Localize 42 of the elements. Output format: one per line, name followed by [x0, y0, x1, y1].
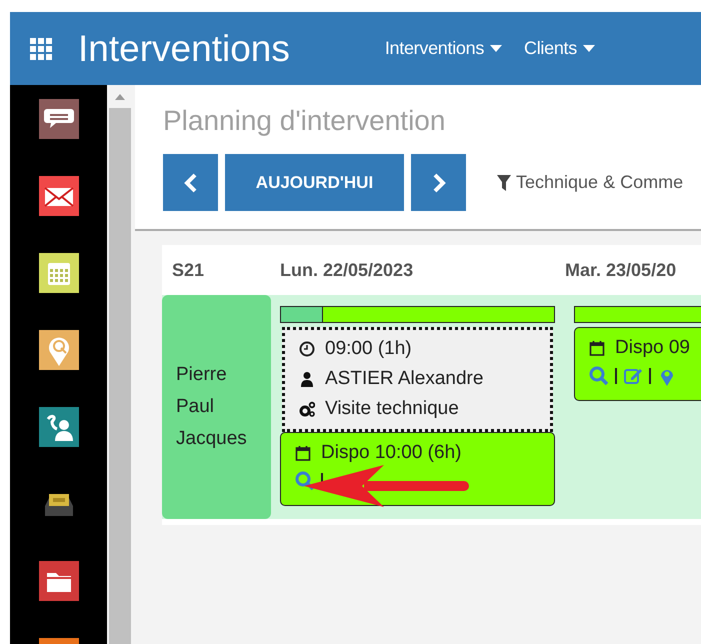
menu-dropdown[interactable]: Interventions	[384, 38, 502, 59]
apps-icon[interactable]	[30, 38, 52, 60]
chat-icon[interactable]	[38, 99, 78, 139]
previous-button[interactable]	[163, 154, 218, 211]
person-icon	[299, 371, 315, 387]
filter-dropdown[interactable]: Technique & Comme	[497, 172, 684, 193]
availability-card[interactable]: Dispo 09	[574, 327, 701, 401]
day-header: Mar. 23/05/20	[565, 260, 678, 280]
calendar-icon	[589, 340, 605, 356]
today-button[interactable]: AUJOURD'HUI	[225, 154, 404, 211]
calendar-icon	[295, 445, 311, 461]
chevron-left-icon[interactable]	[184, 172, 198, 192]
filter-icon[interactable]	[497, 174, 511, 190]
scroll-up-icon[interactable]	[114, 94, 124, 100]
technician-name: Pierre	[176, 363, 228, 387]
technician-name: Jacques	[176, 427, 248, 451]
week-number: S21	[171, 260, 206, 280]
next-button[interactable]	[411, 154, 466, 211]
technician-name: Paul	[176, 395, 216, 419]
separator	[649, 368, 651, 384]
app-title: Interventions	[78, 28, 290, 70]
edit-icon[interactable]	[623, 366, 643, 386]
intervention-card[interactable]: 09:00 (1h) ASTIER Alexandre Visite technique	[282, 327, 553, 432]
caret-icon[interactable]	[582, 45, 595, 52]
search-icon[interactable]	[589, 366, 609, 386]
scrollbar-thumb[interactable]	[108, 108, 130, 644]
event-time: 09:00 (1h)	[325, 338, 412, 360]
day-header: Lun. 22/05/2023	[280, 260, 414, 280]
separator	[615, 368, 617, 384]
contact-icon[interactable]	[38, 407, 78, 447]
page-title: Planning d'intervention	[163, 105, 446, 137]
envelope-icon[interactable]	[38, 176, 78, 216]
folder-icon[interactable]	[38, 561, 78, 601]
clock-icon	[299, 341, 315, 357]
availability-label: Dispo 10:00 (6h)	[321, 442, 462, 464]
availability-label: Dispo 09	[615, 337, 690, 359]
gears-icon	[299, 401, 315, 417]
menu-dropdown[interactable]: Clients	[524, 38, 595, 59]
chevron-right-icon[interactable]	[432, 172, 446, 192]
caret-icon[interactable]	[490, 45, 502, 52]
intervention-type: Visite technique	[325, 398, 459, 420]
client-name: ASTIER Alexandre	[325, 368, 484, 390]
